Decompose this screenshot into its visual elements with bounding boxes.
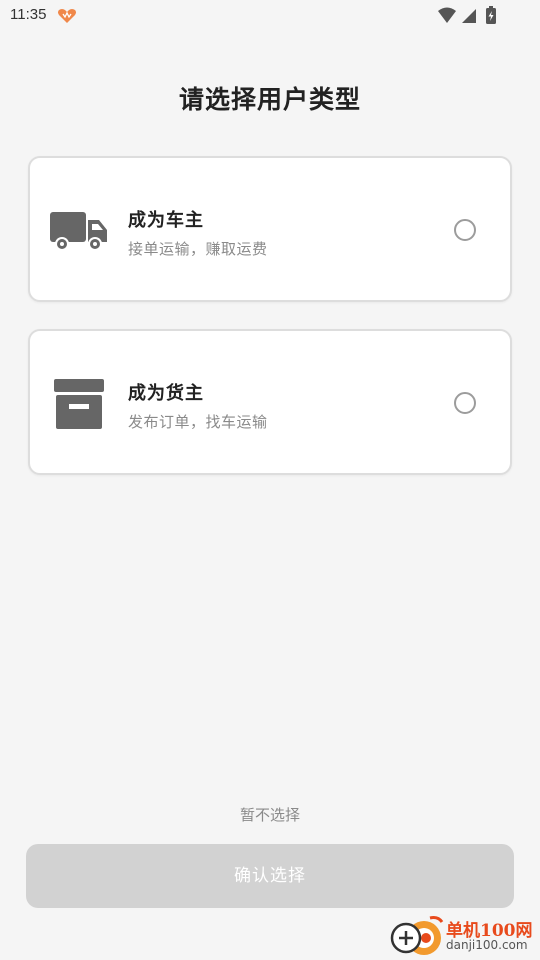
option-title: 成为货主	[128, 383, 204, 404]
skip-selection-link[interactable]: 暂不选择	[0, 804, 540, 825]
archive-box-icon	[54, 379, 104, 429]
battery-charging-icon	[486, 6, 496, 24]
option-description: 发布订单，找车运输	[128, 413, 268, 431]
page-title: 请选择用户类型	[178, 85, 361, 114]
wifi-icon	[438, 7, 456, 23]
status-bar: 11:35	[0, 0, 540, 32]
option-card-shipper[interactable]: 成为货主 发布订单，找车运输	[28, 329, 512, 475]
watermark-url: danji100.com	[446, 938, 528, 952]
watermark: 单机100网 danji100.com	[386, 914, 536, 958]
watermark-logo	[390, 916, 444, 955]
confirm-selection-button[interactable]: 确认选择	[26, 844, 514, 908]
status-icons	[438, 6, 496, 24]
cellular-signal-icon	[462, 9, 476, 23]
heart-app-icon	[58, 9, 76, 23]
status-time: 11:35	[10, 6, 47, 23]
option-card-driver[interactable]: 成为车主 接单运输，赚取运费	[28, 156, 512, 302]
radio-button-shipper[interactable]	[454, 392, 476, 414]
truck-icon	[50, 212, 107, 251]
option-description: 接单运输，赚取运费	[128, 240, 268, 258]
option-title: 成为车主	[128, 210, 204, 231]
radio-button-driver[interactable]	[454, 219, 476, 241]
